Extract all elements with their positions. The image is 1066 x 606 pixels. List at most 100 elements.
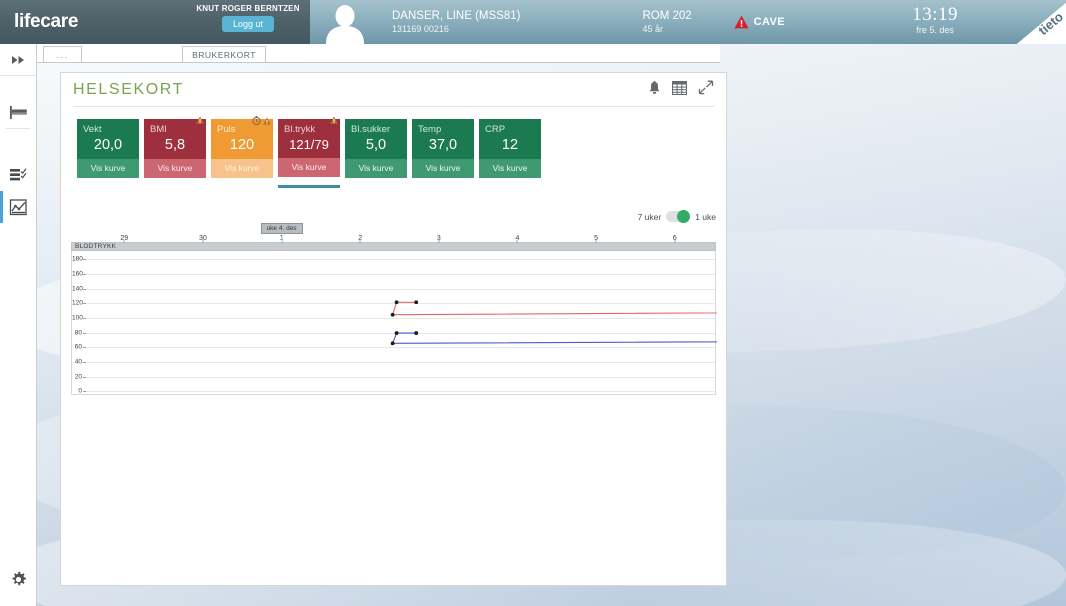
warning-triangle-icon (196, 116, 204, 124)
metric-value: 5,8 (164, 137, 186, 154)
metric-value: 5,0 (365, 137, 387, 154)
show-curve-link[interactable]: Vis kurve (144, 159, 206, 179)
chart-x-tick (438, 240, 440, 244)
chart-x-tick (202, 240, 204, 244)
metric-label: CRP (485, 124, 506, 135)
checklist-icon (10, 168, 27, 181)
show-curve-link[interactable]: Vis kurve (345, 159, 407, 179)
patient-name: DANSER, LINE (MSS81) (392, 10, 521, 23)
metric-label: Bl.trykk (284, 124, 316, 135)
show-curve-link[interactable]: Vis kurve (412, 159, 474, 179)
top-header-bar: lifecare KNUT ROGER BERNTZEN Logg ut DAN… (0, 0, 1066, 44)
metric-badges (330, 116, 338, 124)
current-user-block: KNUT ROGER BERNTZEN Logg ut (186, 0, 310, 44)
warning-triangle-icon (330, 116, 338, 124)
patient-header: DANSER, LINE (MSS81) 131169 00216 ROM 20… (310, 0, 1066, 44)
metric-label: BMI (150, 124, 167, 135)
helsekort-panel: HELSEKORT Vekt 20,0 Vis kurve BMI 5,8 Vi… (60, 72, 727, 586)
chart-title: BLODTRYKK (75, 243, 117, 251)
active-indicator (412, 186, 474, 189)
chart-data-point[interactable] (390, 313, 395, 318)
chart-series-layer (390, 300, 717, 346)
metric-badges (252, 116, 271, 125)
metric-value: 37,0 (428, 137, 458, 154)
sidebar-item-health-chart[interactable] (0, 191, 36, 223)
tab-brukerkort[interactable]: BRUKERKORT (182, 46, 266, 62)
chart-x-tick (123, 240, 125, 244)
active-indicator (211, 186, 273, 189)
patient-identity: DANSER, LINE (MSS81) 131169 00216 (392, 9, 520, 35)
user-avatar-icon (326, 5, 364, 44)
sidebar-item-bed-overview[interactable] (0, 96, 36, 128)
cave-label: CAVE (753, 16, 786, 28)
metric-card-vekt[interactable]: Vekt 20,0 Vis kurve (77, 119, 139, 189)
metric-value: 12 (501, 137, 519, 154)
panel-header: HELSEKORT (73, 73, 714, 107)
range-toggle-switch[interactable] (666, 210, 691, 224)
show-curve-link[interactable]: Vis kurve (479, 159, 541, 179)
active-indicator (278, 185, 340, 189)
sidebar-item-task-list[interactable] (0, 159, 36, 191)
fast-forward-icon (11, 55, 24, 64)
sidebar-item-expand-panel[interactable] (0, 44, 36, 76)
bed-icon (9, 105, 27, 119)
chart-tooltip: uke 4. des (260, 223, 303, 235)
chart-data-point[interactable] (390, 341, 395, 346)
chart-title-bar: BLODTRYKK (71, 242, 716, 252)
metric-card-blsukker[interactable]: Bl.sukker 5,0 Vis kurve (345, 119, 407, 189)
chart-data-point[interactable] (414, 300, 419, 305)
brand-area: lifecare (0, 0, 186, 44)
chart-data-point[interactable] (394, 331, 399, 336)
chart-x-axis: 29301uke 4. des23456 (71, 223, 716, 244)
chart-x-tick (359, 240, 361, 244)
range-toggle-row: 7 uker 1 uke (61, 210, 726, 224)
tab-more[interactable]: ... (43, 46, 83, 62)
metric-label: Vekt (83, 124, 102, 135)
current-user-name: KNUT ROGER BERNTZEN (196, 4, 300, 13)
logout-button[interactable]: Logg ut (221, 16, 275, 32)
left-sidebar (0, 44, 37, 606)
metric-label: Bl.sukker (351, 124, 391, 135)
avatar (310, 0, 380, 44)
bell-icon[interactable] (648, 80, 661, 95)
tab-strip: ... BRUKERKORT (37, 44, 720, 63)
panel-toolbar (648, 80, 714, 95)
metric-card-puls[interactable]: Puls 120 Vis kurve (211, 116, 273, 189)
show-curve-link[interactable]: Vis kurve (278, 158, 340, 178)
warning-triangle-icon (734, 15, 749, 29)
warning-triangle-icon (263, 116, 271, 125)
metric-card-crp[interactable]: CRP 12 Vis kurve (479, 119, 541, 189)
sidebar-item-settings[interactable] (0, 571, 36, 588)
brand-logo: lifecare (14, 11, 79, 32)
chart-x-tick (674, 240, 676, 244)
range-toggle-knob (677, 210, 691, 224)
active-indicator (77, 186, 139, 189)
active-indicator (479, 186, 541, 189)
metric-label: Puls (217, 124, 236, 135)
metric-value: 120 (229, 137, 255, 154)
page-title: HELSEKORT (73, 80, 185, 98)
metric-card-bmi[interactable]: BMI 5,8 Vis kurve (144, 116, 206, 189)
show-curve-link[interactable]: Vis kurve (77, 159, 139, 179)
table-icon[interactable] (672, 80, 687, 95)
metric-card-row: Vekt 20,0 Vis kurve BMI 5,8 Vis kurve Pu… (61, 107, 726, 189)
range-toggle-right-label: 1 uke (695, 211, 716, 222)
clock: 13:19 fre 5. des (912, 4, 958, 36)
chart-x-tick (595, 240, 597, 244)
chart-line-systolisk (391, 302, 717, 316)
clock-date: fre 5. des (916, 24, 954, 35)
metric-value: 121/79 (289, 137, 329, 153)
clock-icon (252, 116, 261, 125)
metric-card-temp[interactable]: Temp 37,0 Vis kurve (412, 119, 474, 189)
show-curve-link[interactable]: Vis kurve (211, 159, 273, 179)
clock-time: 13:19 (912, 4, 958, 25)
metric-label: Temp (418, 124, 442, 135)
expand-icon[interactable] (698, 80, 714, 95)
corner-brand-logo: tieto (1008, 0, 1066, 44)
chart-x-tick (516, 240, 518, 244)
chart-data-point[interactable] (394, 300, 399, 305)
cave-alert[interactable]: CAVE (734, 15, 785, 29)
chart-data-point[interactable] (414, 331, 419, 336)
metric-badges (196, 116, 204, 124)
metric-card-bltrykk[interactable]: Bl.trykk 121/79 Vis kurve (278, 116, 340, 189)
